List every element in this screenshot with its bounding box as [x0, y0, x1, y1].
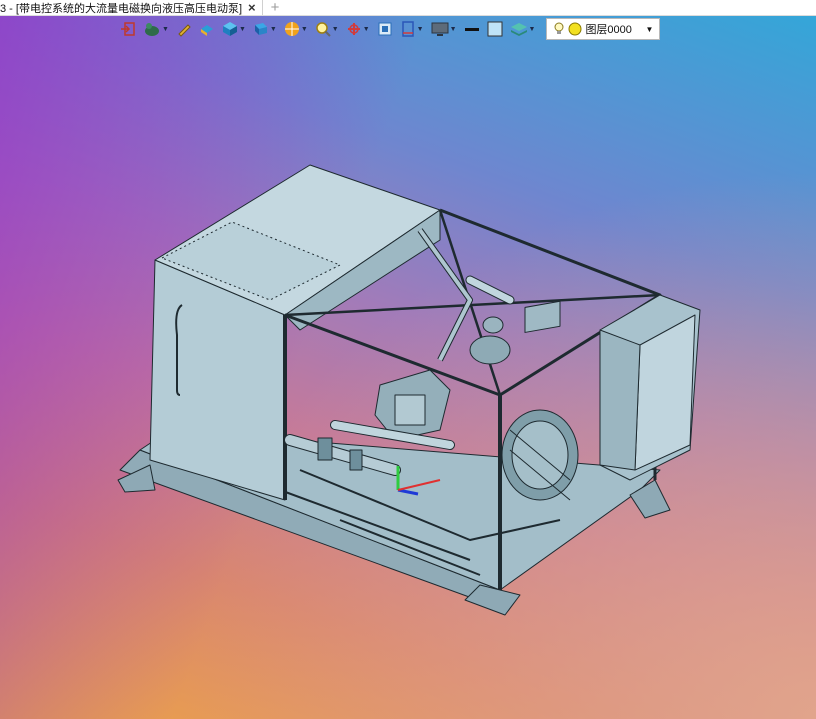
section-button[interactable]: ▼: [398, 18, 426, 40]
monitor-icon: [431, 22, 449, 36]
layer-stack-button[interactable]: ▼: [508, 18, 538, 40]
view-cube-icon: [254, 23, 267, 35]
layer-dropdown[interactable]: 图层0000 ▼: [546, 18, 661, 40]
document-tab[interactable]: 3 - [带电控系统的大流量电磁换向液压高压电动泵] ×: [0, 0, 263, 15]
zoom-icon: [316, 22, 331, 37]
view-toolbar: ▼ ▼ ▼ ▼ ▼ ▼ ▼ ▼ ▼ 图层0000 ▼: [118, 17, 661, 41]
zoom-button[interactable]: ▼: [313, 18, 341, 40]
exit-sketch-icon: [121, 22, 135, 36]
dog-view-icon: [145, 23, 159, 36]
cube-button[interactable]: ▼: [220, 18, 248, 40]
rotate-icon: [347, 23, 360, 35]
layer-stack-icon: [510, 23, 527, 36]
layer-color-icon: [568, 22, 582, 36]
color-box-icon: [487, 21, 502, 37]
cube-icon: [222, 22, 237, 36]
lightbulb-icon[interactable]: [553, 22, 565, 36]
color-box-button[interactable]: [485, 18, 505, 40]
line-style-button[interactable]: [462, 18, 482, 40]
paint-bucket-button[interactable]: [197, 18, 217, 40]
title-bar: 3 - [带电控系统的大流量电磁换向液压高压电动泵] × +: [0, 0, 816, 16]
dog-view-button[interactable]: ▼: [141, 18, 171, 40]
fit-view-icon: [378, 22, 392, 36]
close-icon[interactable]: ×: [248, 1, 256, 14]
document-tab-title: 3 - [带电控系统的大流量电磁换向液压高压电动泵]: [0, 2, 243, 15]
section-icon: [401, 21, 414, 37]
pencil-icon: [178, 24, 191, 37]
pump-assembly-model[interactable]: [0, 16, 816, 719]
render-mode-button[interactable]: ▼: [282, 18, 310, 40]
pencil-button[interactable]: [174, 18, 194, 40]
chevron-down-icon[interactable]: ▼: [646, 25, 654, 34]
rotate-button[interactable]: ▼: [344, 18, 372, 40]
layer-name: 图层0000: [585, 24, 632, 36]
new-tab-icon[interactable]: +: [271, 0, 280, 15]
view-cube-button[interactable]: ▼: [251, 18, 279, 40]
render-mode-icon: [284, 22, 299, 36]
fit-view-button[interactable]: [375, 18, 395, 40]
exit-sketch-button[interactable]: [118, 18, 138, 40]
monitor-button[interactable]: ▼: [429, 18, 459, 40]
paint-bucket-icon: [200, 25, 213, 36]
line-style-icon: [464, 28, 479, 31]
